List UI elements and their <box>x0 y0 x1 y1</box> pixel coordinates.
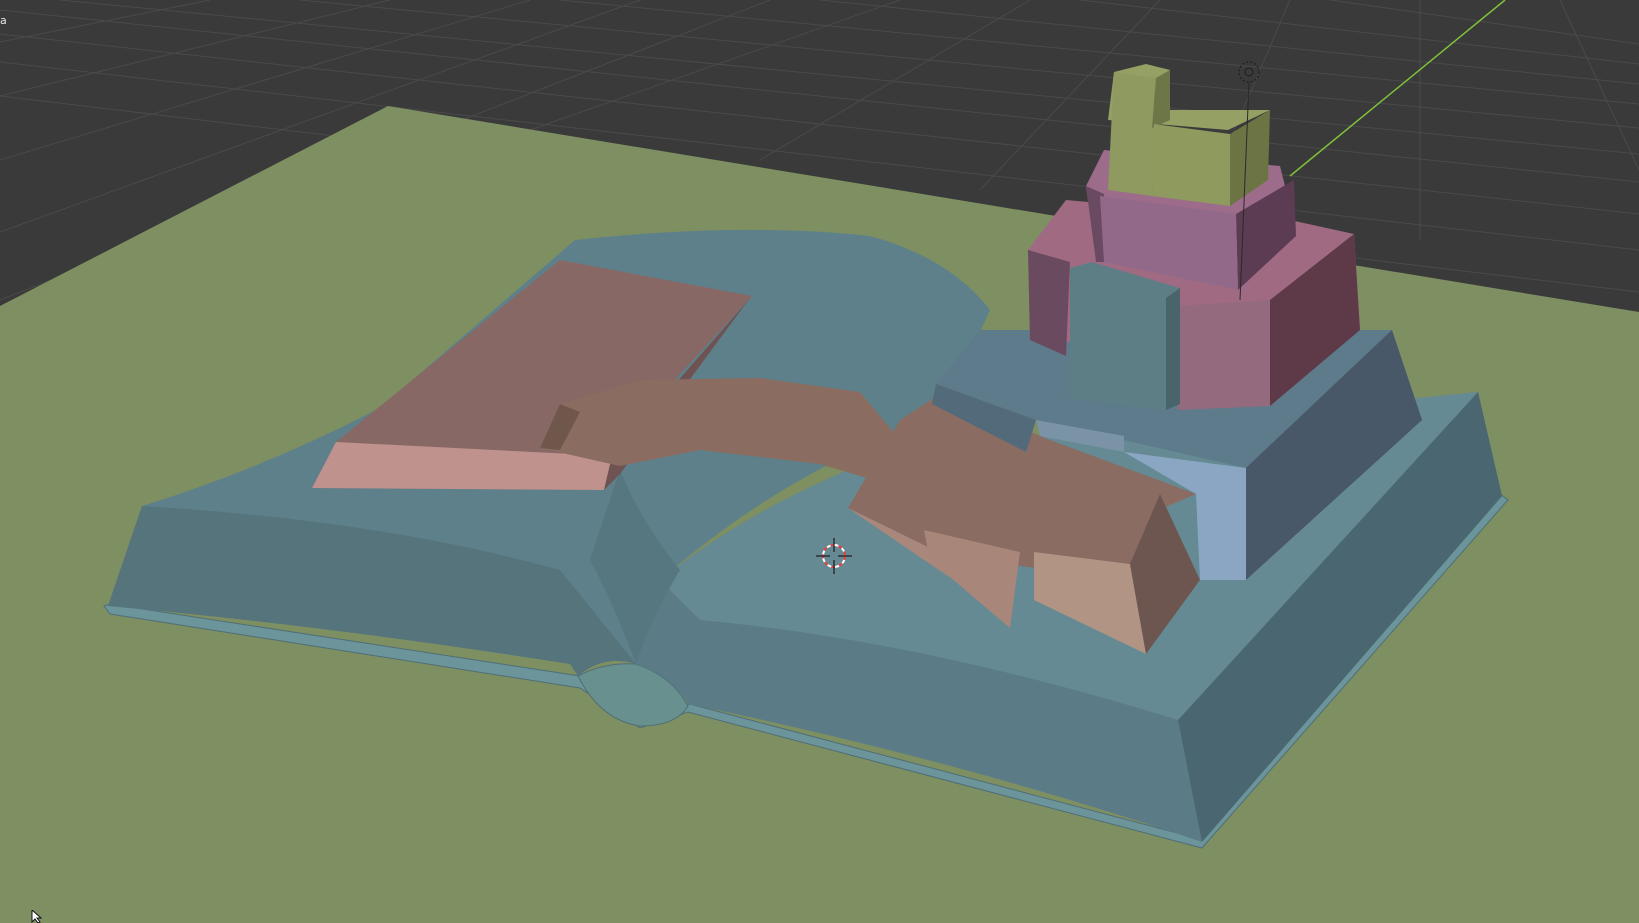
mouse-pointer-icon <box>31 910 43 923</box>
viewport-corner-label: a <box>0 14 7 27</box>
pink-tier-lower-left <box>1028 250 1070 356</box>
viewport-scene[interactable] <box>0 0 1639 923</box>
blue-column-front <box>1070 262 1180 410</box>
yellow-block-tall-front <box>1108 72 1156 196</box>
blue-column-side <box>1166 288 1180 410</box>
yellow-block-low-front <box>1152 124 1230 206</box>
3d-viewport[interactable]: a <box>0 0 1639 923</box>
pink-tier-lower-front <box>1176 300 1270 410</box>
